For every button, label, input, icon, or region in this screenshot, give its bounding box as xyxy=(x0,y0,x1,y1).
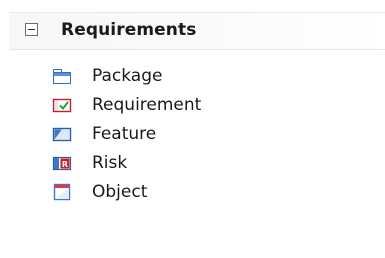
toolbox-item-requirement[interactable]: Requirement xyxy=(52,91,352,119)
group-title: Requirements xyxy=(61,20,197,40)
toolbox-item-package[interactable]: Package xyxy=(52,62,352,90)
toolbox-item-object[interactable]: Object xyxy=(52,178,352,206)
collapse-minus-icon[interactable] xyxy=(25,23,38,36)
toolbox-item-label: Object xyxy=(92,182,148,202)
toolbox-item-label: Risk xyxy=(92,153,128,173)
svg-text:R: R xyxy=(62,160,68,169)
toolbox-item-label: Requirement xyxy=(92,95,202,115)
toolbox-item-feature[interactable]: Feature xyxy=(52,120,352,148)
risk-icon: R xyxy=(52,153,72,173)
toolbox-panel: Requirements Package Requirement Feature… xyxy=(0,0,385,258)
requirements-group-header[interactable]: Requirements xyxy=(9,12,385,50)
toolbox-item-risk[interactable]: R Risk xyxy=(52,149,352,177)
toolbox-item-label: Package xyxy=(92,66,163,86)
feature-icon xyxy=(52,124,72,144)
requirement-icon xyxy=(52,95,72,115)
object-icon xyxy=(52,182,72,202)
package-icon xyxy=(52,66,72,86)
toolbox-item-label: Feature xyxy=(92,124,157,144)
